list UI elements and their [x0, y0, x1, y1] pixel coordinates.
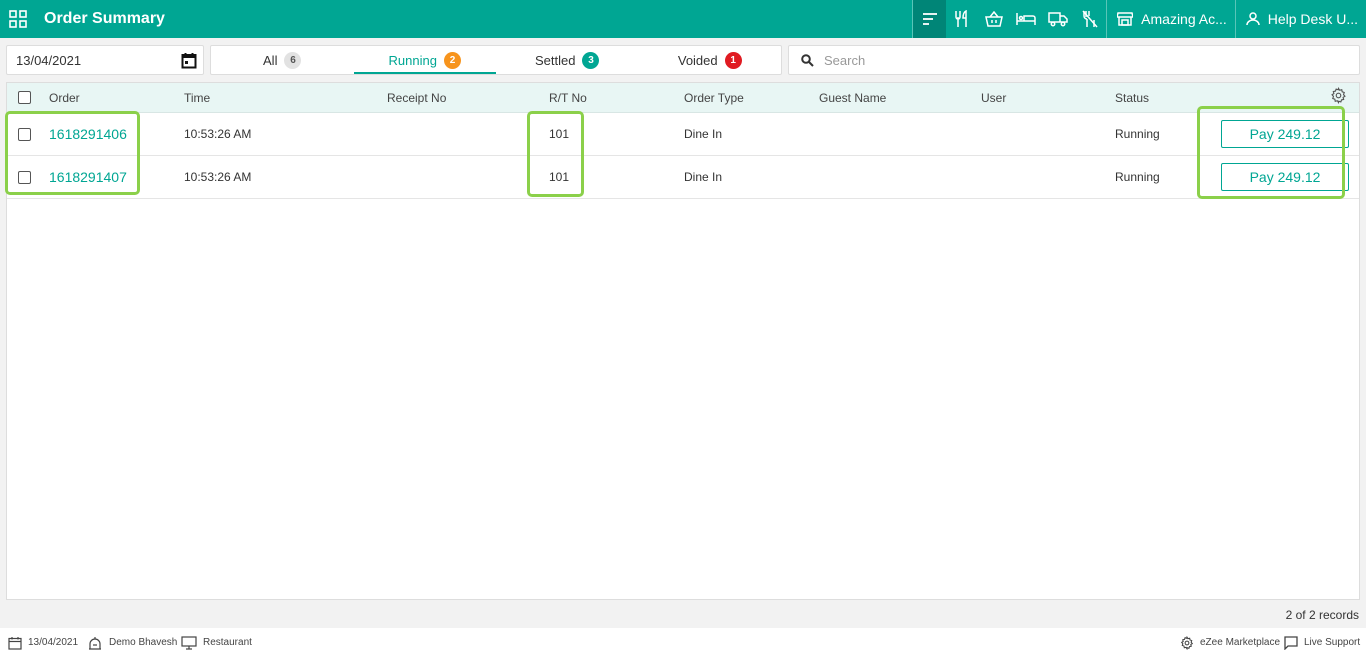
chat-icon	[1284, 635, 1298, 650]
order-type: Dine In	[684, 127, 723, 141]
user-name: Help Desk U...	[1267, 11, 1358, 27]
status-tabs: All 6 Running 2 Settled 3 Voided 1	[210, 45, 782, 75]
count-badge: 1	[724, 51, 742, 69]
record-count: 2 of 2 records	[1285, 608, 1359, 622]
tab-running[interactable]: Running 2	[353, 46, 497, 74]
store-icon	[1117, 12, 1134, 26]
order-number-link[interactable]: 1618291406	[49, 126, 127, 142]
search-box	[788, 45, 1360, 75]
order-summary-icon[interactable]	[913, 0, 947, 38]
column-header-user[interactable]: User	[981, 83, 1006, 112]
marketplace-link[interactable]: eZee Marketplace	[1180, 628, 1280, 657]
count-badge: 2	[443, 51, 461, 69]
column-header-rt-no[interactable]: R/T No	[549, 83, 587, 112]
live-support-link[interactable]: Live Support	[1284, 628, 1360, 657]
table-row[interactable]: 1618291406 10:53:26 AM 101 Dine In Runni…	[7, 113, 1359, 156]
tab-voided[interactable]: Voided 1	[639, 46, 782, 74]
store-name: Amazing Ac...	[1141, 11, 1227, 27]
rt-no: 101	[549, 170, 570, 184]
fork-knife-icon[interactable]	[946, 0, 978, 38]
tab-settled[interactable]: Settled 3	[496, 46, 639, 74]
column-header-guest-name[interactable]: Guest Name	[819, 83, 886, 112]
waiter-icon	[89, 636, 101, 650]
footer-bar: 13/04/2021 Demo Bhavesh Restaurant eZee …	[0, 628, 1366, 657]
monitor-icon	[181, 635, 197, 650]
order-time: 10:53:26 AM	[184, 127, 252, 141]
row-checkbox[interactable]	[18, 127, 31, 141]
top-bar: Order Summary Amazing Ac... Help Desk U.…	[0, 0, 1366, 38]
footer-outlet: Restaurant	[181, 628, 252, 657]
rt-no: 101	[549, 127, 570, 141]
gear-icon	[1180, 635, 1194, 650]
column-header-order-type[interactable]: Order Type	[684, 83, 744, 112]
table-row[interactable]: 1618291407 10:53:26 AM 101 Dine In Runni…	[7, 156, 1359, 199]
order-status: Running	[1115, 170, 1160, 184]
column-settings-gear-icon[interactable]	[1330, 87, 1347, 104]
store-selector[interactable]: Amazing Ac...	[1107, 0, 1235, 38]
no-dining-icon[interactable]	[1074, 0, 1106, 38]
pay-button[interactable]: Pay 249.12	[1221, 120, 1349, 148]
order-status: Running	[1115, 127, 1160, 141]
footer-date: 13/04/2021	[8, 628, 78, 657]
select-all-checkbox[interactable]	[18, 91, 31, 104]
date-value: 13/04/2021	[16, 52, 82, 68]
column-header-receipt-no[interactable]: Receipt No	[387, 83, 446, 112]
delivery-truck-icon[interactable]	[1042, 0, 1074, 38]
count-badge: 6	[284, 51, 302, 69]
page-title: Order Summary	[44, 10, 165, 27]
user-menu[interactable]: Help Desk U...	[1236, 0, 1366, 38]
calendar-icon	[8, 636, 22, 650]
column-header-time[interactable]: Time	[184, 83, 210, 112]
search-input[interactable]	[824, 52, 1324, 68]
row-checkbox[interactable]	[18, 170, 31, 184]
table-header: Order Time Receipt No R/T No Order Type …	[7, 83, 1359, 113]
basket-icon[interactable]	[978, 0, 1010, 38]
count-badge: 3	[582, 51, 600, 69]
footer-user: Demo Bhavesh	[87, 628, 177, 657]
order-time: 10:53:26 AM	[184, 170, 252, 184]
order-type: Dine In	[684, 170, 723, 184]
search-icon	[801, 53, 814, 67]
orders-table: Order Time Receipt No R/T No Order Type …	[6, 82, 1360, 600]
calendar-icon[interactable]	[181, 52, 197, 69]
apps-grid-icon[interactable]	[0, 0, 36, 38]
user-icon	[1246, 12, 1260, 26]
order-number-link[interactable]: 1618291407	[49, 169, 127, 185]
pay-button[interactable]: Pay 249.12	[1221, 163, 1349, 191]
tab-all[interactable]: All 6	[211, 46, 354, 74]
column-header-order[interactable]: Order	[49, 83, 80, 112]
bed-icon[interactable]	[1010, 0, 1042, 38]
date-picker[interactable]: 13/04/2021	[6, 45, 204, 75]
column-header-status[interactable]: Status	[1115, 83, 1149, 112]
